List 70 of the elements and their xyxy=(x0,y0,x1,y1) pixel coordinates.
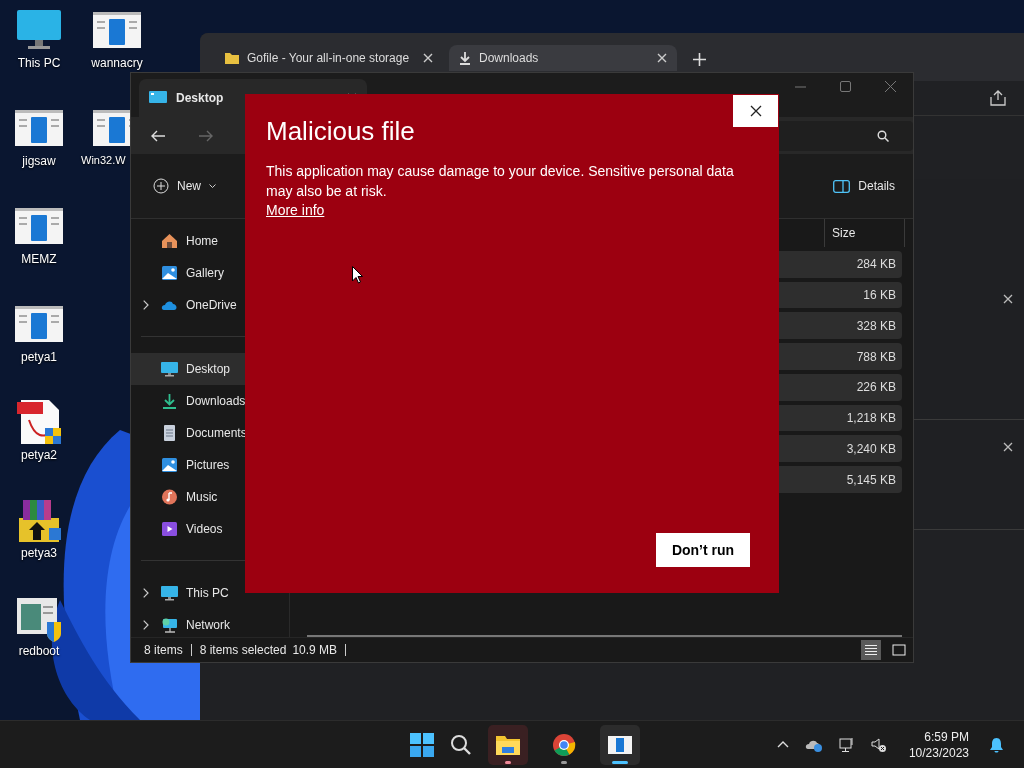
network-icon xyxy=(161,617,178,633)
browser-tab[interactable]: Gofile - Your all-in-one storage xyxy=(215,45,443,71)
document-icon xyxy=(161,425,178,441)
back-arrow-icon[interactable] xyxy=(151,129,165,142)
cursor-icon xyxy=(352,266,363,284)
more-info-link[interactable]: More info xyxy=(266,202,325,218)
list-view-button[interactable] xyxy=(861,640,881,660)
list-icon xyxy=(864,644,878,656)
network-icon[interactable] xyxy=(838,736,855,753)
dialog-title: Malicious file xyxy=(266,116,415,147)
forward-arrow-icon[interactable] xyxy=(199,129,213,142)
sidebar-item[interactable]: Network xyxy=(131,609,289,641)
chevron-up-icon[interactable] xyxy=(776,741,789,748)
new-button[interactable]: New xyxy=(149,172,220,200)
image-icon xyxy=(161,265,178,281)
bell-icon[interactable] xyxy=(989,736,1004,753)
status-text: 8 items xyxy=(144,643,183,657)
icon-label: This PC xyxy=(17,56,61,70)
chevron-icon[interactable] xyxy=(143,300,149,310)
image-icon xyxy=(161,457,178,473)
close-icon[interactable] xyxy=(1003,294,1013,304)
icon-label: MEMZ xyxy=(21,252,57,266)
close-icon[interactable] xyxy=(423,53,433,63)
close-button[interactable] xyxy=(733,95,778,127)
monitor-icon xyxy=(161,361,178,377)
square-icon xyxy=(892,644,906,656)
chevron-icon[interactable] xyxy=(143,588,149,598)
share-icon[interactable] xyxy=(990,90,1006,106)
caret-icon xyxy=(209,183,216,189)
chevron-icon[interactable] xyxy=(143,620,149,630)
status-text: 8 items selected xyxy=(199,643,287,657)
start-icon[interactable] xyxy=(410,732,434,757)
search-icon xyxy=(877,129,889,142)
monitor-icon xyxy=(161,585,178,601)
icon-label: wannacry xyxy=(91,56,143,70)
icon-label: petya2 xyxy=(21,448,57,462)
dont-run-button[interactable]: Don’t run xyxy=(656,533,750,567)
icon-label: petya1 xyxy=(21,350,57,364)
close-icon xyxy=(749,105,762,117)
status-text: 10.9 MB xyxy=(292,643,338,657)
new-tab-icon[interactable] xyxy=(693,52,706,66)
browser-tab[interactable]: Downloads xyxy=(449,45,677,71)
column-header[interactable]: Size xyxy=(824,219,905,247)
close-icon[interactable] xyxy=(1003,442,1013,452)
monitor-icon xyxy=(149,91,167,105)
maximize-icon[interactable] xyxy=(840,81,851,92)
search-icon[interactable] xyxy=(450,733,472,756)
speaker-muted-icon[interactable] xyxy=(870,736,887,753)
details-button[interactable]: Details xyxy=(829,173,899,199)
video-icon xyxy=(161,521,178,537)
house-icon xyxy=(161,233,178,249)
folder-icon xyxy=(225,52,239,64)
icon-label: Win32.W xyxy=(81,154,126,166)
dialog-message: This application may cause damage to your device. Sensitive personal data may also be at risk. xyxy=(266,162,735,201)
taskbar-app[interactable] xyxy=(600,724,640,765)
icon-label: petya3 xyxy=(21,546,57,560)
details-pane-icon xyxy=(833,179,851,193)
browser-icon xyxy=(551,732,577,757)
pdf-file-icon[interactable] xyxy=(15,398,63,446)
icon-label: jigsaw xyxy=(22,154,56,168)
download-icon xyxy=(459,51,471,65)
clock-time[interactable]: 6:59 PM xyxy=(924,728,969,745)
download-icon xyxy=(161,393,178,409)
music-note-icon xyxy=(161,489,178,505)
clock-date[interactable]: 10/23/2023 xyxy=(908,744,969,761)
close-icon[interactable] xyxy=(657,53,667,63)
plus-circle-icon xyxy=(153,178,169,194)
close-icon[interactable] xyxy=(885,81,896,92)
icon-label: redboot xyxy=(18,644,60,658)
taskbar-app[interactable] xyxy=(488,724,528,765)
